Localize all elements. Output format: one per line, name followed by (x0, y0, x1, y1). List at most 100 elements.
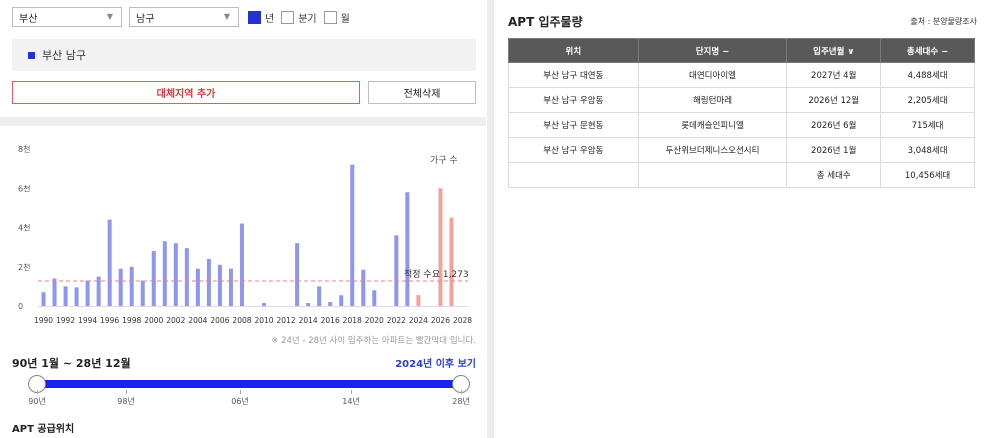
x-tick-label: 1990 (34, 316, 53, 325)
chart-bar (118, 268, 123, 306)
cell-move-in-date: 2026년 6월 (786, 112, 882, 138)
slider-tick-mark (351, 390, 352, 394)
x-tick-label: 2012 (277, 316, 296, 325)
table-total-row: 총 세대수 10,456세대 (508, 162, 975, 188)
move-in-title: APT 입주물량 (508, 15, 583, 29)
slider-tick-mark (240, 390, 241, 394)
column-header-total-units[interactable]: 총세대수 − (880, 38, 975, 63)
x-tick-label: 2010 (254, 316, 273, 325)
slider-tick-mark (461, 390, 462, 394)
chevron-down-icon: ▼ (106, 12, 113, 21)
chart-bar (206, 258, 211, 306)
chevron-down-icon: ▼ (223, 12, 230, 21)
y-tick-label: 4천 (18, 223, 30, 233)
cell-total-units: 715세대 (880, 112, 975, 138)
city-select-value: 부산 (19, 13, 38, 25)
empty-cell (508, 162, 639, 188)
slider-tick-label: 06년 (231, 397, 249, 406)
column-header-move-in-date[interactable]: 입주년월 ∨ (786, 38, 882, 63)
district-select-value: 남구 (136, 13, 155, 25)
chart-bar (63, 286, 68, 306)
x-tick-label: 2006 (210, 316, 229, 325)
cell-complex: 대연디아이엘 (637, 62, 788, 88)
table-row[interactable]: 부산 남구 우암동 해링턴마레 2026년 12월 2,205세대 (508, 87, 975, 113)
cell-complex: 두산위브더제니스오션시티 (637, 137, 788, 163)
chart-bar (195, 268, 200, 306)
chart-bar (306, 303, 311, 306)
cell-move-in-date: 2027년 4월 (786, 62, 882, 88)
panel-divider[interactable] (487, 0, 494, 438)
chart-bar (140, 280, 145, 306)
x-tick-label: 2022 (387, 316, 406, 325)
chart-bar (438, 188, 443, 306)
range-title: 90년 1월 ~ 28년 12월 (12, 357, 131, 370)
x-tick-label: 2004 (188, 316, 207, 325)
x-tick-label: 2020 (365, 316, 384, 325)
chart-bar (295, 243, 300, 306)
chart-bar (449, 217, 454, 306)
chart-bar (151, 251, 156, 306)
period-options: 년 분기 월 (248, 10, 357, 25)
cell-location: 부산 남구 우암동 (508, 137, 639, 163)
add-alternative-region-button[interactable]: 대체지역 추가 (12, 81, 360, 104)
chart-bar (339, 295, 344, 306)
chart-bar (85, 280, 90, 306)
chart-bar (173, 243, 178, 306)
cell-location: 부산 남구 우암동 (508, 87, 639, 113)
chart-bar (394, 235, 399, 306)
legend-label: 가구 수 (430, 155, 458, 166)
slider-tick-label: 14년 (342, 397, 360, 406)
view-after-2024-link[interactable]: 2024년 이후 보기 (395, 355, 476, 370)
cell-complex: 해링턴마레 (637, 87, 788, 113)
city-select[interactable]: 부산 ▼ (12, 7, 122, 27)
supply-location-title: APT 공급위치 (12, 424, 75, 435)
move-in-table: 위치 단지명 − 입주년월 ∨ 총세대수 − 부산 남구 대연동 대연디아이엘 … (508, 38, 975, 188)
y-tick-label: 2천 (18, 262, 30, 272)
chart-bar (328, 302, 333, 306)
slider-tick-mark (126, 390, 127, 394)
x-tick-label: 1992 (56, 316, 75, 325)
selected-region-label: 부산 남구 (42, 49, 86, 62)
slider-tick-mark (37, 390, 38, 394)
column-header-location[interactable]: 위치 (508, 38, 639, 63)
chart-bar (416, 295, 421, 306)
slider-tick-label: 98년 (117, 397, 135, 406)
period-year-checkbox[interactable]: 년 (248, 10, 274, 25)
x-tick-label: 2028 (453, 316, 472, 325)
empty-cell (637, 162, 788, 188)
table-row[interactable]: 부산 남구 문현동 롯데캐슬인피니엘 2026년 6월 715세대 (508, 112, 975, 138)
chart-bar (52, 278, 57, 306)
period-year-label: 년 (265, 13, 275, 25)
delete-all-button[interactable]: 전체삭제 (368, 81, 476, 104)
x-tick-label: 1996 (100, 316, 119, 325)
table-header-row: 위치 단지명 − 입주년월 ∨ 총세대수 − (508, 38, 975, 63)
left-panel: 부산 ▼ 남구 ▼ 년 분기 월 부산 남구 대체지역 추가 전체삭제 0 2천 4… (0, 0, 486, 438)
cell-move-in-date: 2026년 12월 (786, 87, 882, 113)
chart-bar (239, 223, 244, 306)
range-slider-track[interactable] (37, 380, 461, 388)
checkbox-box (323, 10, 337, 24)
x-tick-label: 2000 (144, 316, 163, 325)
x-tick-label: 2002 (166, 316, 185, 325)
chart-bar (217, 264, 222, 306)
x-tick-label: 1994 (78, 316, 97, 325)
district-select[interactable]: 남구 ▼ (129, 7, 239, 27)
table-row[interactable]: 부산 남구 우암동 두산위브더제니스오션시티 2026년 1월 3,048세대 (508, 137, 975, 163)
chart-bar (129, 266, 134, 306)
right-panel: APT 입주물량 출처 : 분양물량조사 위치 단지명 − 입주년월 ∨ 총세대… (495, 0, 985, 438)
x-tick-label: 2018 (343, 316, 362, 325)
slider-tick-label: 90년 (28, 397, 46, 406)
chart-note: ※ 24년 - 28년 사이 입주하는 아파트는 빨간막대 입니다. (271, 336, 476, 346)
column-header-complex[interactable]: 단지명 − (637, 38, 788, 63)
table-row[interactable]: 부산 남구 대연동 대연디아이엘 2027년 4월 4,488세대 (508, 62, 975, 88)
filter-row: 부산 ▼ 남구 ▼ 년 분기 월 (12, 7, 357, 27)
checkbox-box (281, 10, 295, 24)
period-quarter-checkbox[interactable]: 분기 (281, 10, 317, 25)
period-month-checkbox[interactable]: 월 (323, 10, 350, 25)
chart-bar (107, 219, 112, 306)
reference-line-label: 적정 수요 1,273 (404, 268, 469, 280)
move-in-volume-chart: 0 2천 4천 6천 8천적정 수요 1,273 가구 수 1990 1992 1994 1996… (18, 144, 472, 325)
chart-bar (41, 292, 46, 306)
total-value: 10,456세대 (880, 162, 975, 188)
selected-region-panel: 부산 남구 (12, 39, 476, 71)
